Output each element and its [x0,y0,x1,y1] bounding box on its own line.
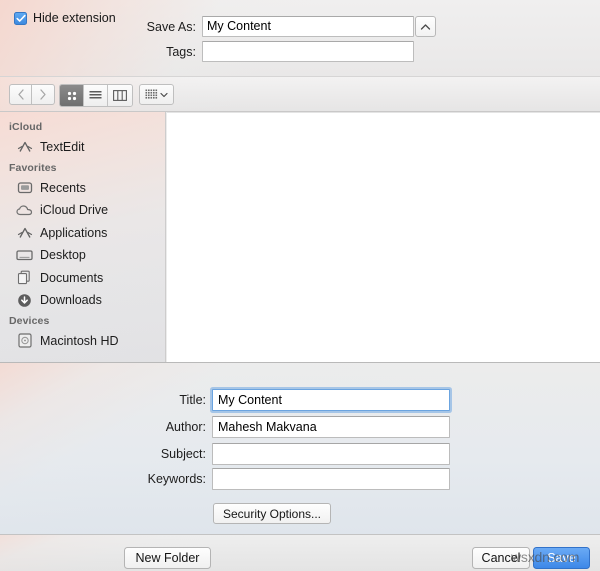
keywords-row: Keywords: [133,468,450,490]
column-view-icon [113,90,127,101]
save-dialog: Save As: My Content Tags: iCloud TextEdi… [0,0,600,571]
chevron-up-icon [420,23,431,30]
metadata-panel: Title: My Content Author: Mahesh Makvana… [0,362,600,534]
tags-label: Tags: [166,44,196,59]
sidebar-item-label: TextEdit [40,140,85,155]
sidebar-item-label: Recents [40,180,86,195]
author-label: Author: [165,420,206,434]
chevron-left-icon [17,89,24,100]
back-button[interactable] [9,84,32,105]
view-mode-buttons [59,84,133,107]
hide-extension-label: Hide extension [33,11,116,25]
sidebar-item-label: Macintosh HD [40,333,119,348]
textedit-app-icon [16,140,33,155]
author-input[interactable]: Mahesh Makvana [212,416,450,438]
sidebar-item-label: iCloud Drive [40,203,109,218]
sidebar-section-favorites: Favorites [9,161,57,174]
save-as-row: Save As: My Content [140,16,414,37]
forward-button[interactable] [32,84,55,105]
navigation-buttons [9,84,55,105]
security-options-button[interactable]: Security Options... [213,503,331,524]
checkmark-icon [15,14,26,22]
save-as-input[interactable]: My Content [202,16,414,37]
list-view-icon [89,91,102,99]
tags-row: Tags: [140,41,414,62]
hide-extension-checkbox[interactable]: Hide extension [14,11,116,25]
sidebar-item-label: Documents [40,270,104,285]
sidebar-item-applications[interactable]: Applications [0,222,165,245]
column-view-button[interactable] [108,85,132,106]
sidebar-section-icloud: iCloud [9,121,43,133]
collapse-toggle-button[interactable] [415,16,436,37]
sidebar-item-textedit[interactable]: TextEdit [0,136,165,159]
title-input[interactable]: My Content [212,389,450,411]
tags-input[interactable] [202,41,414,62]
downloads-arrow-icon [16,293,33,308]
group-by-button[interactable] [139,84,174,105]
sidebar-item-label: Applications [40,225,108,240]
keywords-input[interactable] [212,468,450,490]
sidebar-item-macintosh-hd[interactable]: Macintosh HD [0,330,165,353]
cancel-button[interactable]: Cancel [472,547,530,569]
chevron-right-icon [40,89,46,100]
sidebar-item-icloud-drive[interactable]: iCloud Drive [0,199,165,222]
cloud-icon [16,203,33,218]
desktop-monitor-icon [16,248,33,263]
list-view-button[interactable] [84,85,108,106]
group-by-icon [145,89,158,99]
new-folder-button[interactable]: New Folder [124,547,211,569]
chevron-down-icon [160,92,168,97]
finder-toolbar: File Search [0,76,600,182]
sidebar-item-label: Downloads [40,293,102,308]
documents-pages-icon [16,270,33,285]
applications-icon [16,225,33,240]
save-button[interactable]: Save [533,547,590,569]
file-browser-area[interactable] [167,112,600,362]
subject-input[interactable] [212,443,450,465]
subject-label: Subject: [160,447,206,461]
title-row: Title: My Content [133,389,450,411]
author-row: Author: Mahesh Makvana [133,416,450,438]
sidebar-item-desktop[interactable]: Desktop [0,244,165,267]
icon-view-icon [67,91,76,100]
subject-row: Subject: [133,443,450,465]
title-label: Title: [179,393,206,407]
sidebar-item-recents[interactable]: Recents [0,177,165,200]
keywords-label: Keywords: [147,472,206,486]
hard-disk-icon [16,333,33,348]
sidebar-item-downloads[interactable]: Downloads [0,289,165,312]
sidebar[interactable]: iCloud TextEdit Favorites Recents iCloud… [0,112,166,362]
icon-view-button[interactable] [60,85,84,106]
sidebar-section-devices: Devices [9,314,50,327]
save-as-label: Save As: [146,19,196,34]
checkbox-box [14,11,27,25]
recents-clock-icon [16,180,33,195]
sidebar-item-documents[interactable]: Documents [0,267,165,290]
sidebar-item-label: Desktop [40,248,86,263]
